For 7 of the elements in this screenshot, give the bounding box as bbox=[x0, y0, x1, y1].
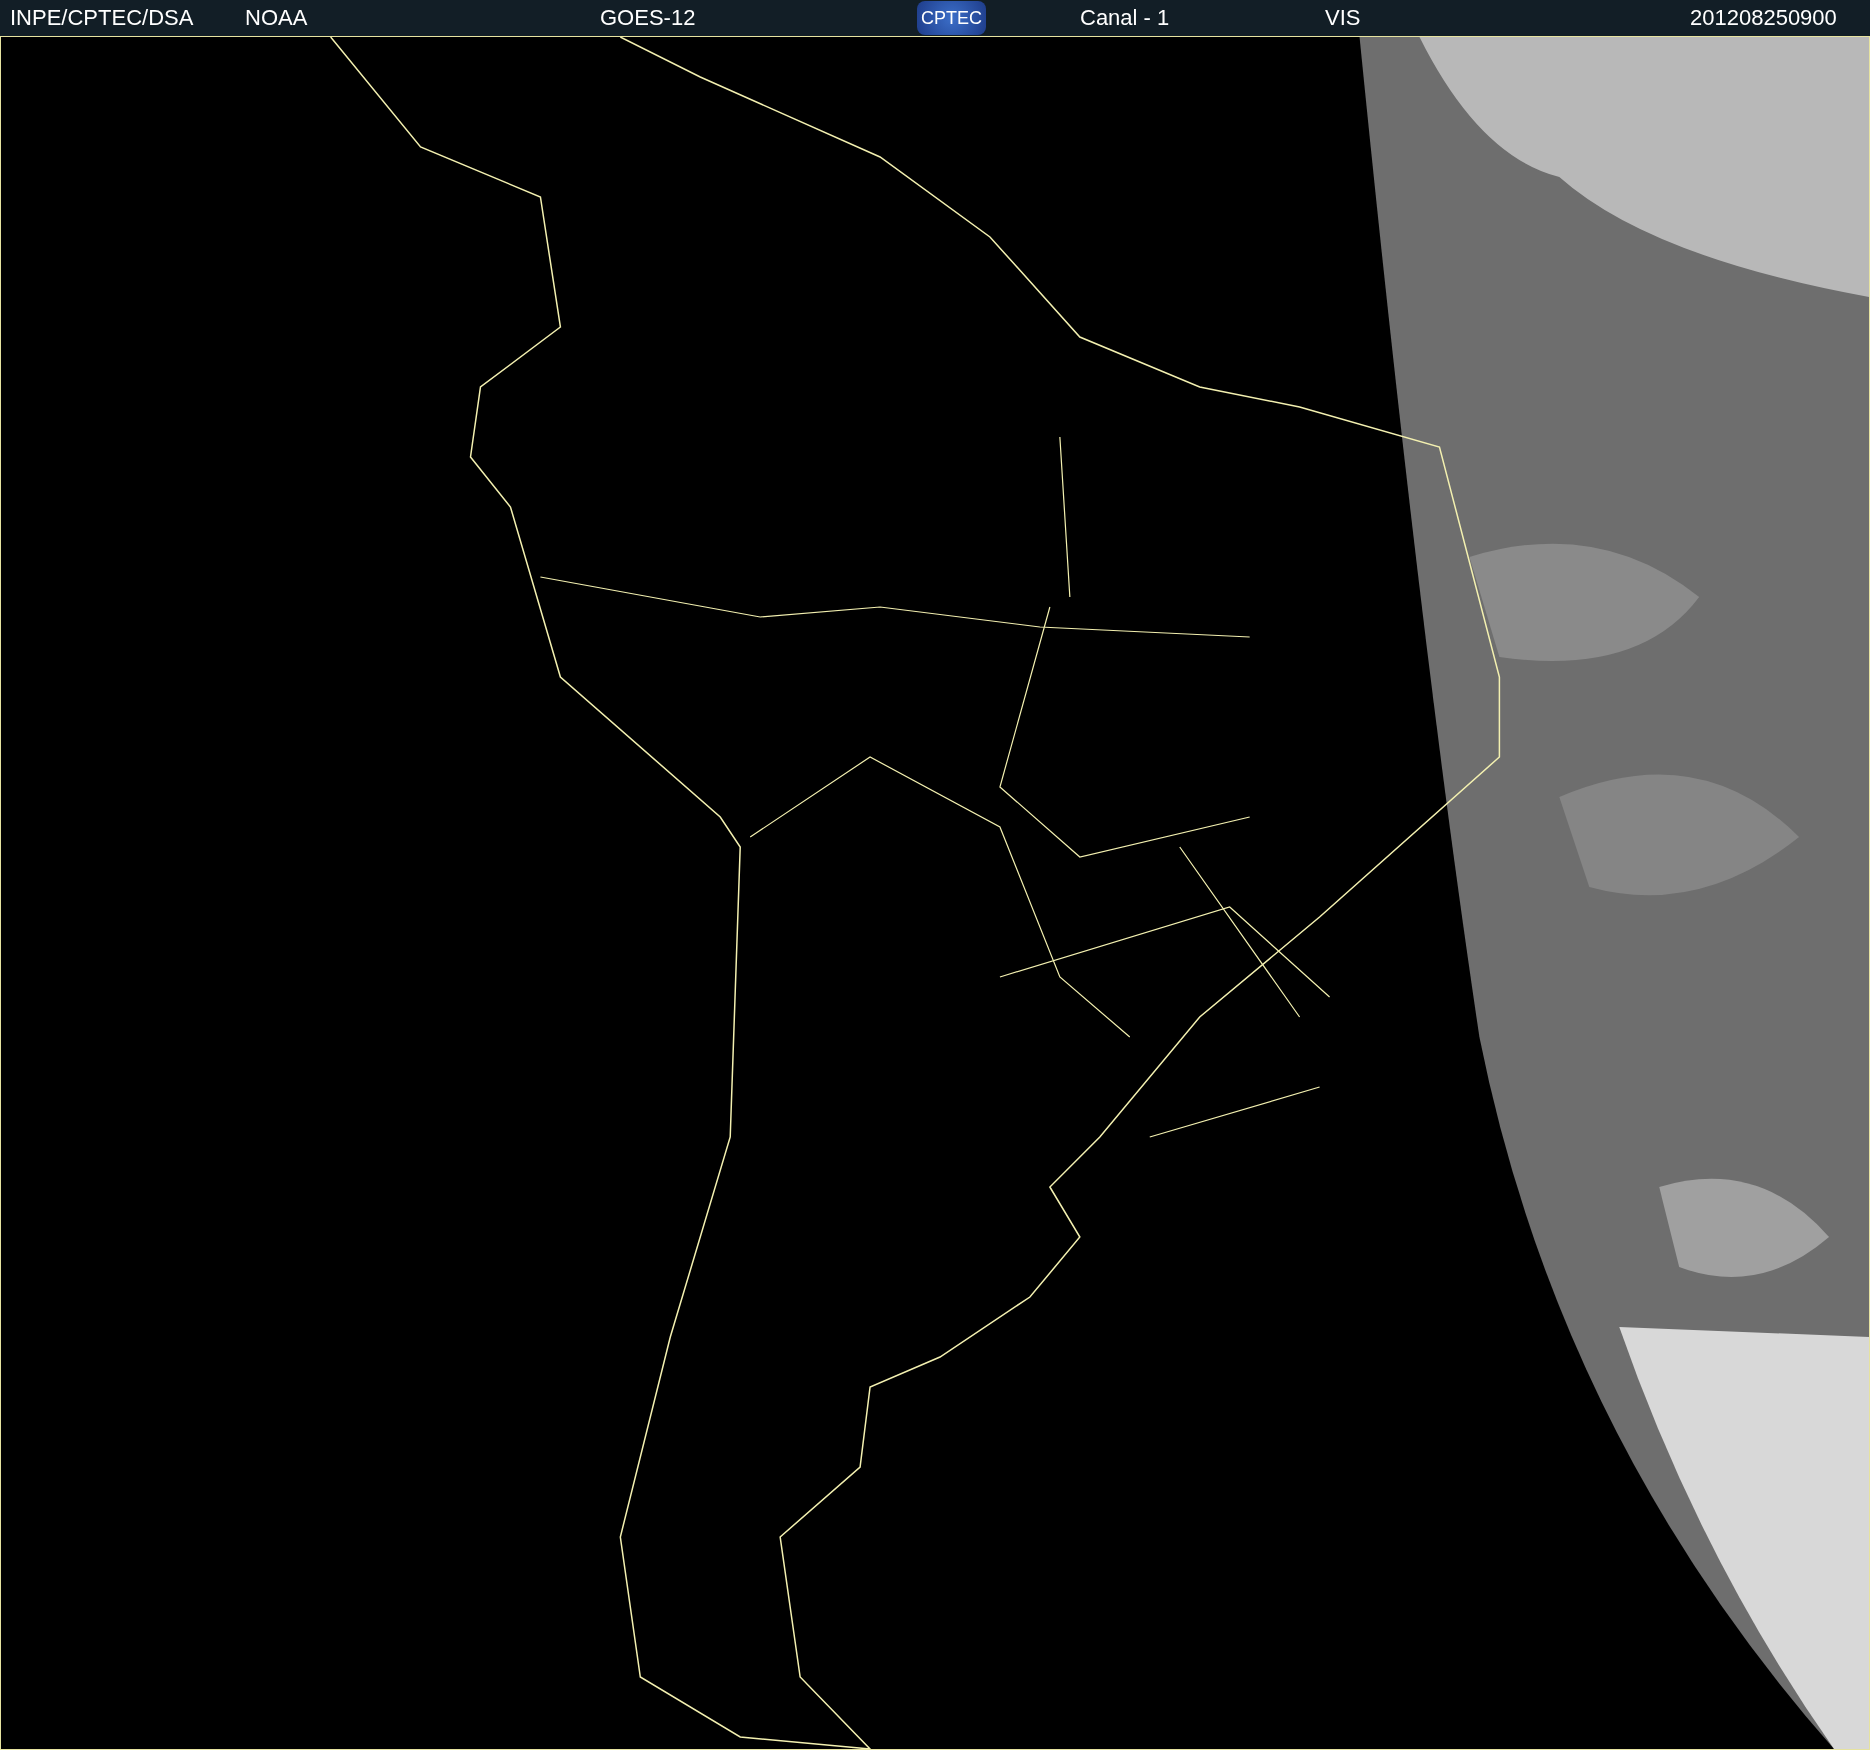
header-label: VIS bbox=[1325, 5, 1361, 31]
logo: CPTEC bbox=[917, 1, 986, 35]
header-label: 201208250900 bbox=[1690, 5, 1837, 31]
header-label: INPE/CPTEC/DSA bbox=[10, 5, 194, 31]
header-label: NOAA bbox=[245, 5, 308, 31]
header-label: Canal - 1 bbox=[1080, 5, 1170, 31]
header-label: GOES-12 bbox=[600, 5, 696, 31]
